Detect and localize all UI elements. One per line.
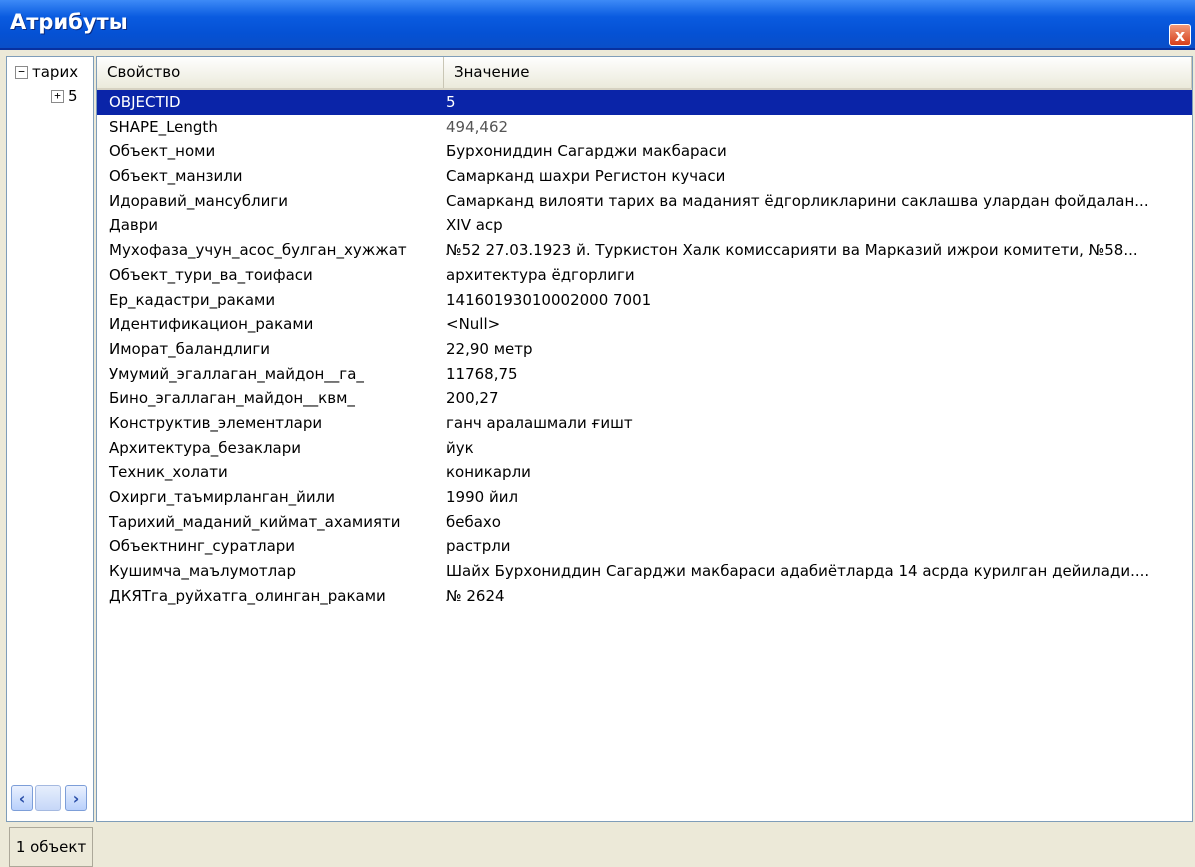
property-value[interactable]: растрли	[446, 534, 511, 559]
property-value[interactable]: бебахо	[446, 510, 501, 535]
property-name: Мухофаза_учун_асос_булган_хужжат	[109, 241, 407, 260]
scroll-right-button[interactable]: ›	[65, 785, 87, 811]
scroll-left-icon: ‹	[18, 789, 26, 808]
property-name: Тарихий_маданий_киймат_ахамияти	[109, 512, 401, 531]
property-value[interactable]: XIV аср	[446, 213, 503, 238]
expand-icon[interactable]: +	[51, 90, 64, 103]
property-name: Ер_кадастри_раками	[109, 290, 276, 309]
property-value[interactable]: 5	[446, 90, 456, 115]
property-value[interactable]: №52 27.03.1923 й. Туркистон Халк комисса…	[446, 238, 1138, 263]
property-name: OBJECTID	[109, 93, 181, 111]
grid-header: Свойство Значение	[97, 57, 1192, 90]
table-row[interactable]: Умумий_эгаллаган_майдон__га_ 11768,75	[97, 362, 1192, 387]
table-row[interactable]: Объект_тури_ва_тоифаси архитектура ёдгорл…	[97, 263, 1192, 288]
table-row[interactable]: Техник_холати коникарли	[97, 460, 1192, 485]
property-name: Кушимча_маълумотлар	[109, 562, 296, 581]
scroll-left-button[interactable]: ‹	[11, 785, 33, 811]
column-header-value[interactable]: Значение	[444, 57, 1192, 88]
collapse-icon[interactable]: −	[15, 66, 28, 79]
tree-pane: − тарих +5 ‹ › 1 объект	[6, 56, 94, 867]
property-name: Идентификацион_раками	[109, 315, 314, 334]
property-name: Объектнинг_суратлари	[109, 537, 296, 556]
table-row[interactable]: Объект_манзили Самарканд шахри Регистон к…	[97, 164, 1192, 189]
property-name: Объект_номи	[109, 142, 216, 161]
status-label: 1 объект	[9, 827, 93, 867]
column-header-property[interactable]: Свойство	[97, 57, 444, 88]
property-value[interactable]: ганч аралашмали ғишт	[446, 411, 633, 436]
property-name: ДКЯТга_руйхатга_олинган_раками	[109, 586, 386, 605]
property-name: Бино_эгаллаган_майдон__квм_	[109, 389, 355, 408]
property-value[interactable]: Самарканд вилояти тарих ва маданият ёдго…	[446, 189, 1149, 214]
property-value[interactable]: Бурхониддин Сагарджи макбараси	[446, 139, 727, 164]
property-value[interactable]: Шайх Бурхониддин Сагарджи макбараси адаб…	[446, 559, 1149, 584]
table-row[interactable]: ДКЯТга_руйхатга_олинган_раками № 2624	[97, 584, 1192, 609]
property-value[interactable]: 494,462	[446, 115, 508, 140]
table-row[interactable]: Идентификацион_раками <Null>	[97, 312, 1192, 337]
table-row[interactable]: SHAPE_Length 494,462	[97, 115, 1192, 140]
table-row[interactable]: Тарихий_маданий_киймат_ахамияти бебахо	[97, 510, 1192, 535]
property-value[interactable]: Самарканд шахри Регистон кучаси	[446, 164, 725, 189]
property-name: Идоравий_мансублиги	[109, 191, 288, 210]
property-value[interactable]: коникарли	[446, 460, 531, 485]
table-row[interactable]: Объектнинг_суратлари растрли	[97, 534, 1192, 559]
window-title: Атрибуты	[10, 10, 128, 34]
property-name: Архитектура_безаклари	[109, 438, 302, 457]
property-name: Умумий_эгаллаган_майдон__га_	[109, 364, 364, 383]
property-name: Техник_холати	[109, 463, 228, 482]
tree-child-item[interactable]: +5	[51, 87, 78, 105]
grid-rows: OBJECTID 5 SHAPE_Length 494,462 Объект_номи Б…	[97, 90, 1192, 608]
property-name: Охирги_таъмирланган_йили	[109, 488, 335, 506]
property-value[interactable]: йук	[446, 436, 474, 461]
table-row[interactable]: Объект_номи Бурхониддин Сагарджи макбарас…	[97, 139, 1192, 164]
scroll-right-icon: ›	[72, 789, 80, 808]
tree-root-item[interactable]: − тарих	[15, 63, 78, 81]
attribute-grid: Свойство Значение OBJECTID 5 SHAPE_Length 4…	[96, 56, 1193, 822]
close-button[interactable]: x	[1169, 24, 1191, 46]
property-value[interactable]: 14160193010002000 7001	[446, 288, 651, 313]
property-value[interactable]: 1990 йил	[446, 485, 518, 510]
table-row[interactable]: Иморат_баландлиги 22,90 метр	[97, 337, 1192, 362]
table-row[interactable]: Охирги_таъмирланган_йили 1990 йил	[97, 485, 1192, 510]
title-bar: Атрибуты x	[0, 0, 1195, 50]
table-row[interactable]: Ер_кадастри_раками 14160193010002000 7001	[97, 288, 1192, 313]
property-name: SHAPE_Length	[109, 117, 218, 136]
property-name: Объект_манзили	[109, 167, 243, 186]
property-name: Конструктив_элементлари	[109, 413, 323, 432]
property-value[interactable]: 11768,75	[446, 362, 518, 387]
property-name: Даври	[109, 216, 159, 235]
property-value[interactable]: 200,27	[446, 386, 499, 411]
property-value[interactable]: 22,90 метр	[446, 337, 533, 362]
property-value[interactable]: № 2624	[446, 584, 505, 609]
property-value[interactable]: архитектура ёдгорлиги	[446, 263, 635, 288]
property-value[interactable]: <Null>	[446, 312, 500, 337]
table-row[interactable]: Мухофаза_учун_асос_булган_хужжат №52 27.0…	[97, 238, 1192, 263]
property-name: Объект_тури_ва_тоифаси	[109, 265, 313, 284]
table-row[interactable]: Конструктив_элементлари ганч аралашмали ғ…	[97, 411, 1192, 436]
table-row[interactable]: Идоравий_мансублиги Самарканд вилояти тар…	[97, 189, 1192, 214]
table-row[interactable]: Кушимча_маълумотлар Шайх Бурхониддин Сага…	[97, 559, 1192, 584]
table-row[interactable]: Даври XIV аср	[97, 213, 1192, 238]
tree-child-label: 5	[68, 87, 78, 105]
table-row[interactable]: OBJECTID 5	[97, 90, 1192, 115]
property-name: Иморат_баландлиги	[109, 339, 271, 358]
table-row[interactable]: Архитектура_безаклари йук	[97, 436, 1192, 461]
close-icon: x	[1174, 26, 1186, 45]
tree-root-label: тарих	[32, 63, 79, 81]
table-row[interactable]: Бино_эгаллаган_майдон__квм_ 200,27	[97, 386, 1192, 411]
scrollbar-thumb[interactable]	[35, 785, 61, 811]
